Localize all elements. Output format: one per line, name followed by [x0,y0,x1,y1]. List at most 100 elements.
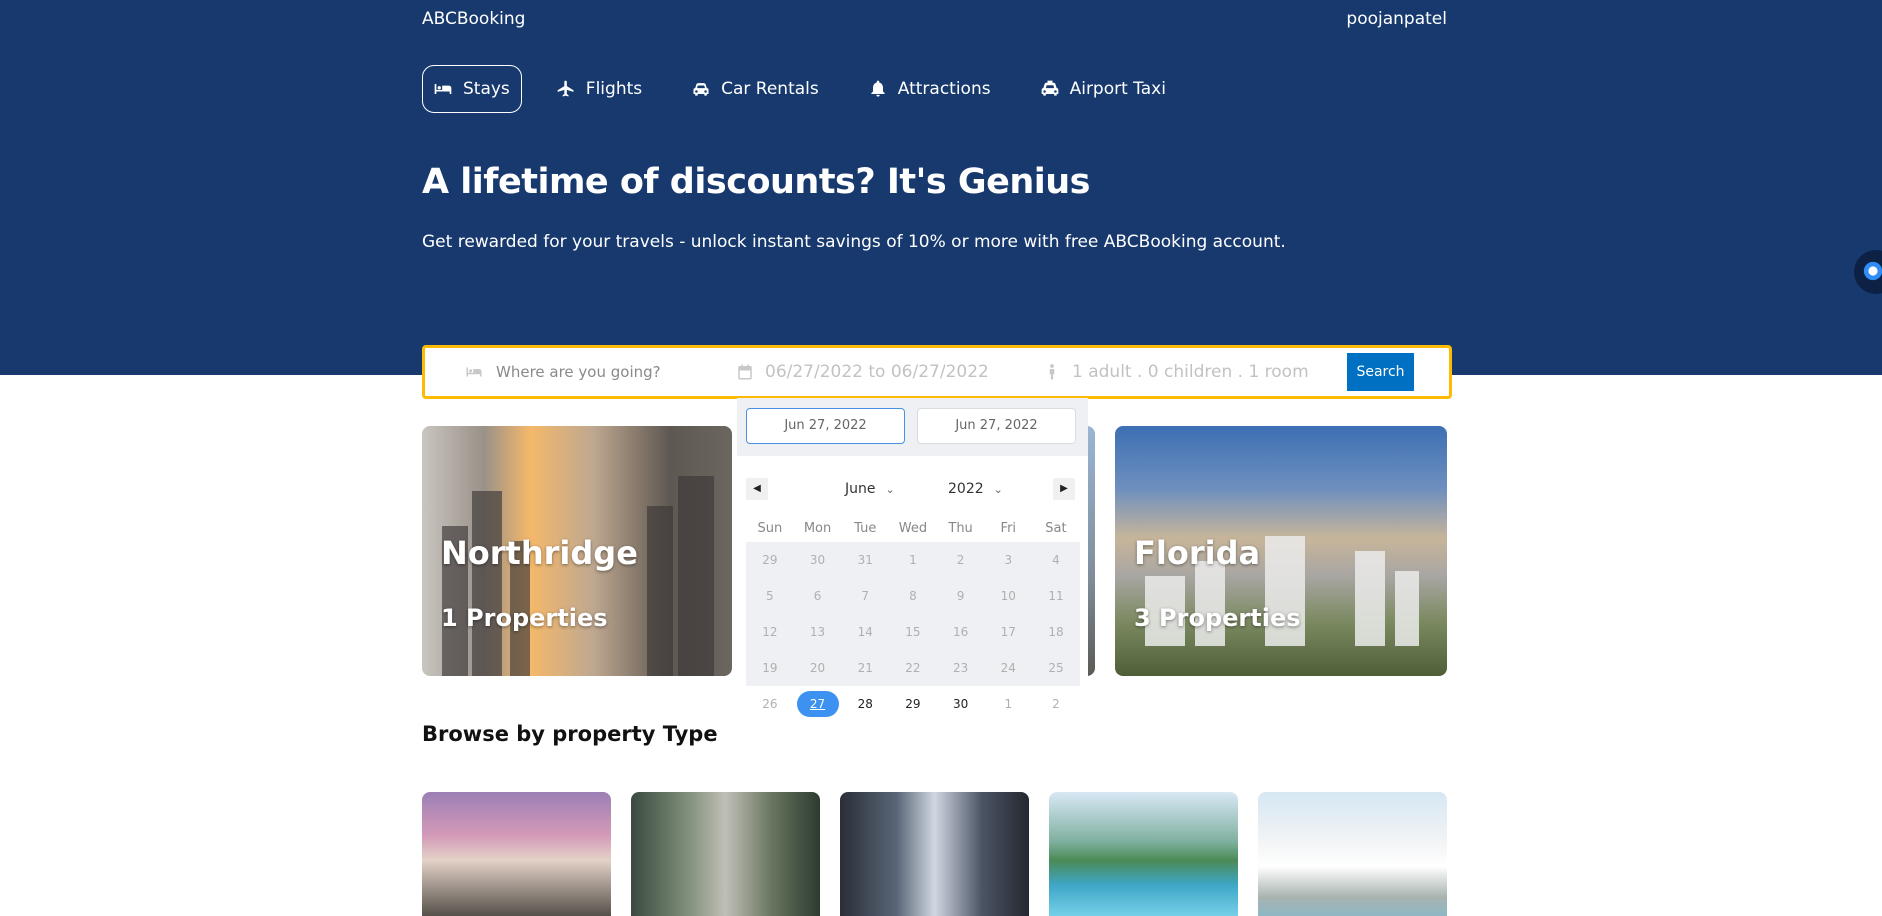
weekday-label: Wed [898,521,928,536]
calendar-day: 15 [905,625,921,639]
calendar-day: 1 [909,553,917,567]
nav-car-rentals[interactable]: Car Rentals [679,65,834,113]
calendar-day: 24 [1000,661,1016,675]
hero-banner: ABCBooking poojanpatel Stays Flights Car… [0,0,1882,375]
date-picker-inputs: Jun 27, 2022 Jun 27, 2022 [737,398,1088,456]
skyline-building [472,491,502,676]
calendar-day: 9 [956,589,965,603]
calendar-week-row: 29 30 31 1 2 3 4 [746,542,1080,578]
skyline-building [647,506,673,676]
next-month-button[interactable]: ▶ [1053,478,1075,500]
nav-attractions[interactable]: Attractions [856,65,1006,113]
selected-day-label: 27 [796,691,839,717]
calendar-day: 2 [1052,697,1060,711]
calendar-day: 13 [809,625,826,639]
search-bar: 06/27/2022 to 06/27/2022 1 adult . 0 chi… [422,345,1452,399]
search-button[interactable]: Search [1347,353,1414,391]
weekday-label: Fri [1000,521,1017,536]
hero-title: A lifetime of discounts? It's Genius [422,162,1091,202]
calendar-day: 8 [909,589,917,603]
person-icon [1049,364,1055,380]
calendar-day: 23 [952,661,969,675]
nav-stays[interactable]: Stays [422,65,522,113]
featured-property-count: 1 Properties [441,604,608,632]
calendar-day: 1 [1004,697,1013,711]
destination-field[interactable] [465,348,698,396]
calendar-day: 31 [857,553,873,567]
bell-icon [871,80,885,97]
calendar-week-row: 19 20 21 22 23 24 25 [746,650,1080,686]
calendar-day: 16 [952,625,969,639]
calendar-day[interactable]: 29 [889,686,937,722]
guests-text: 1 adult . 0 children . 1 room [1072,362,1309,382]
calendar-day-selected[interactable]: 27 [794,686,842,722]
calendar-day: 19 [762,661,778,675]
skyline-building [678,476,714,676]
calendar-grid: Sun Mon Tue Wed Thu Fri Sat 29 30 31 1 2… [746,516,1080,722]
date-range-field[interactable]: 06/27/2022 to 06/27/2022 [736,348,989,396]
user-name[interactable]: poojanpatel [1346,9,1447,29]
calendar-day[interactable]: 28 [841,686,889,722]
nav-flights-label: Flights [585,79,643,99]
calendar-day: 22 [905,661,921,675]
featured-card-florida[interactable]: Florida 3 Properties [1115,426,1447,676]
property-type-card[interactable] [1049,792,1238,916]
prev-month-button[interactable]: ◀ [746,478,768,500]
year-select-label: 2022 [948,481,984,497]
skyline-building [1395,571,1419,646]
calendar-icon [738,364,752,380]
calendar-day: 30 [809,553,826,567]
month-select-label: June [845,481,876,497]
end-date-input[interactable]: Jun 27, 2022 [917,408,1076,444]
car-icon [693,83,709,96]
calendar-day: 6 [813,589,822,603]
weekday-label: Sun [757,521,783,536]
calendar-day: 26 [762,697,778,711]
brand-logo[interactable]: ABCBooking [422,9,525,29]
calendar-day: 7 [861,589,870,603]
date-picker-popup: Jun 27, 2022 Jun 27, 2022 ◀ June ⌄ 2022 ⌄ … [737,398,1088,728]
destination-input[interactable] [494,362,698,382]
property-type-card[interactable] [1258,792,1447,916]
date-range-text: 06/27/2022 to 06/27/2022 [765,362,989,382]
start-date-input[interactable]: Jun 27, 2022 [746,408,905,444]
year-select[interactable]: 2022 ⌄ [948,481,1003,497]
weekday-header-row: Sun Mon Tue Wed Thu Fri Sat [746,516,1080,542]
calendar-day: 5 [766,589,774,603]
nav-stays-label: Stays [463,79,510,99]
chevron-down-icon: ⌄ [885,483,895,496]
calendar-day[interactable]: 30 [937,686,985,722]
featured-property-count: 3 Properties [1134,604,1301,632]
chat-icon [1863,261,1882,281]
calendar-day: 29 [762,553,778,567]
weekday-label: Sat [1045,521,1067,536]
calendar-day: 4 [1052,553,1060,567]
bed-icon [434,84,452,94]
calendar-week-row: 12 13 14 15 16 17 18 [746,614,1080,650]
calendar-week-row: 5 6 7 8 9 10 11 [746,578,1080,614]
taxi-icon [1041,80,1058,96]
property-type-card[interactable] [631,792,820,916]
calendar-day: 20 [809,661,826,675]
calendar-day: 12 [762,625,778,639]
featured-card-northridge[interactable]: Northridge 1 Properties [422,426,732,676]
property-type-card[interactable] [422,792,611,916]
weekday-label: Tue [854,521,877,536]
nav-airport-taxi[interactable]: Airport Taxi [1028,65,1181,113]
weekday-label: Mon [803,521,832,536]
calendar-day: 21 [857,661,873,675]
month-select[interactable]: June ⌄ [845,481,895,497]
nav-flights[interactable]: Flights [544,65,657,113]
calendar-day: 11 [1048,589,1064,603]
nav-car-rentals-label: Car Rentals [721,79,819,99]
calendar-week-row: 26 27 28 29 30 1 2 [746,686,1080,722]
bed-icon [466,367,482,377]
weekday-label: Thu [948,521,973,536]
calendar-day: 3 [1004,553,1013,567]
date-picker-header: ◀ June ⌄ 2022 ⌄ ▶ [737,478,1088,508]
calendar-day: 25 [1048,661,1064,675]
guests-field[interactable]: 1 adult . 0 children . 1 room [1043,348,1309,396]
plane-icon [557,80,574,97]
property-type-card[interactable] [840,792,1029,916]
calendar-day: 10 [1000,589,1016,603]
